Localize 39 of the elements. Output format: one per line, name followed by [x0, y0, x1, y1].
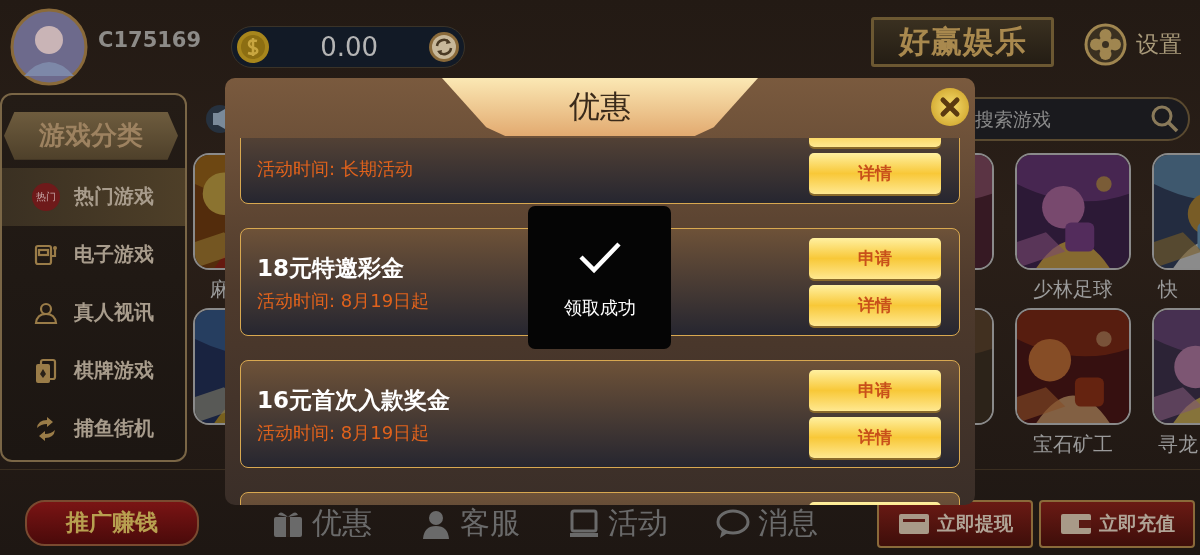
- toast-message: 领取成功: [563, 296, 636, 320]
- offer-title: 18元特邀彩金: [257, 254, 405, 283]
- settings-button[interactable]: 设置: [1083, 22, 1182, 67]
- promo-button[interactable]: 推广赚钱: [25, 499, 199, 546]
- balance-amount: 0.00: [319, 32, 380, 62]
- category-item[interactable]: 棋牌游戏: [2, 341, 185, 400]
- category-label: 棋牌游戏: [74, 357, 154, 385]
- nav-item[interactable]: 活动: [568, 503, 716, 545]
- offer-title: 16元首次入款奖金: [257, 386, 450, 415]
- category-item[interactable]: 捕鱼街机: [2, 399, 185, 458]
- action-button[interactable]: 立即提现: [877, 499, 1033, 548]
- game-name: 少林足球: [1033, 275, 1113, 303]
- dialog-title: 优惠: [442, 78, 758, 136]
- offer-button[interactable]: 申请: [809, 370, 941, 411]
- category-item[interactable]: 电子游戏: [2, 225, 185, 284]
- nav-item[interactable]: 优惠: [272, 503, 420, 545]
- category-label: 热门游戏: [74, 183, 154, 211]
- offer-button[interactable]: 详情: [809, 417, 941, 458]
- category-header: 游戏分类: [4, 111, 178, 160]
- category-label: 真人视讯: [74, 299, 154, 327]
- hot-badge: 热门: [32, 182, 60, 211]
- offer-button[interactable]: 申请: [809, 238, 941, 279]
- offer-time: 活动时间: 8月19日起: [257, 289, 430, 313]
- nav-item[interactable]: 客服: [420, 503, 568, 545]
- game-name: 寻龙: [1158, 430, 1198, 458]
- offer-button[interactable]: 详情: [809, 153, 941, 194]
- offer-button[interactable]: 详情: [809, 285, 941, 326]
- action-button[interactable]: 立即充值: [1039, 499, 1195, 548]
- brand-logo: 好赢娱乐: [871, 17, 1054, 67]
- game-name: 宝石矿工: [1033, 430, 1113, 458]
- offer-time: 活动时间: 8月19日起: [257, 421, 431, 445]
- category-item[interactable]: 真人视讯: [2, 283, 185, 342]
- game-name: 快: [1158, 275, 1178, 303]
- nav-item[interactable]: 消息: [716, 503, 864, 545]
- category-label: 电子游戏: [74, 241, 154, 269]
- category-item[interactable]: 热门 热门游戏: [2, 167, 185, 226]
- offer-time: 活动时间: 长期活动: [257, 157, 413, 181]
- user-id: C175169: [98, 28, 202, 52]
- category-label: 捕鱼街机: [74, 415, 154, 443]
